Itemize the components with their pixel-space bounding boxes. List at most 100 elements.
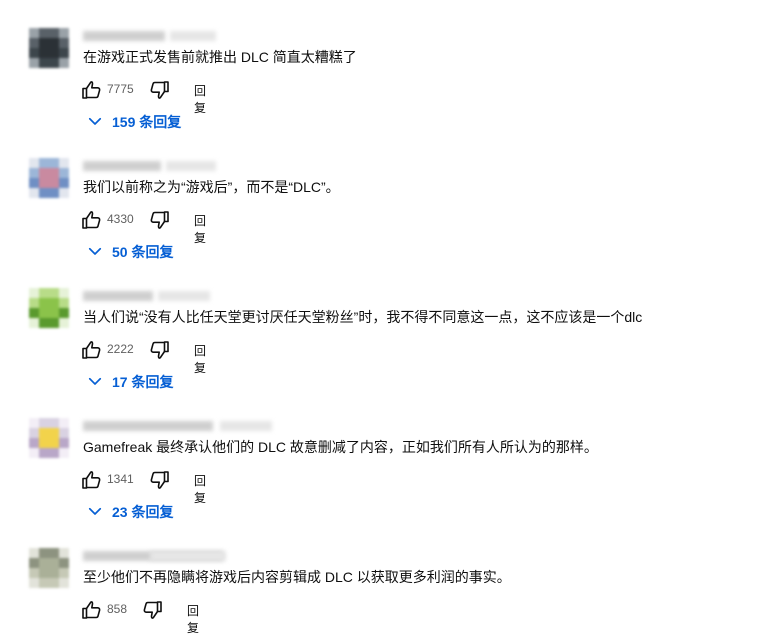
avatar-pixel (49, 178, 59, 188)
avatar-pixel (29, 28, 39, 38)
like-count: 858 (107, 602, 128, 616)
avatar-pixel (49, 38, 59, 48)
avatar-pixel (39, 318, 49, 328)
author-name[interactable] (83, 291, 153, 301)
dislike-button[interactable] (147, 78, 171, 102)
replies-count-label: 23 条回复 (112, 504, 174, 520)
avatar-pixel (49, 168, 59, 178)
thumbs-up-icon (80, 601, 104, 626)
avatar-pixel (59, 568, 69, 578)
comment-date[interactable] (220, 421, 272, 431)
avatar-pixel (59, 178, 69, 188)
avatar[interactable] (29, 288, 69, 328)
author-name[interactable] (83, 421, 213, 431)
avatar-pixel (39, 548, 49, 558)
avatar-pixel (59, 548, 69, 558)
like-button[interactable] (80, 338, 104, 362)
comment-text: 当人们说“没有人比任天堂更讨厌任天堂粉丝”时，我不得不同意这一点，这不应该是一个… (83, 309, 643, 325)
thumbs-down-icon (140, 601, 164, 626)
avatar[interactable] (29, 158, 69, 198)
thumbs-up-icon (80, 81, 104, 106)
like-button[interactable] (80, 78, 104, 102)
avatar-pixel (59, 288, 69, 298)
reply-button[interactable]: 回复 (194, 342, 206, 376)
avatar-pixel (29, 288, 39, 298)
avatar-pixel (39, 568, 49, 578)
avatar-pixel (29, 188, 39, 198)
avatar-pixel (29, 308, 39, 318)
avatar-pixel (39, 288, 49, 298)
avatar-pixel (59, 188, 69, 198)
avatar-pixel (29, 58, 39, 68)
comment-text: 在游戏正式发售前就推出 DLC 简直太糟糕了 (83, 49, 357, 65)
avatar-pixel (29, 158, 39, 168)
avatar-pixel (59, 28, 69, 38)
dislike-button[interactable] (147, 208, 171, 232)
avatar-pixel (49, 438, 59, 448)
avatar-pixel (29, 178, 39, 188)
avatar-pixel (59, 428, 69, 438)
avatar-pixel (39, 178, 49, 188)
avatar-pixel (29, 48, 39, 58)
avatar-pixel (49, 298, 59, 308)
avatar-pixel (39, 158, 49, 168)
avatar-pixel (39, 48, 49, 58)
avatar[interactable] (29, 548, 69, 588)
avatar-pixel (59, 318, 69, 328)
comment-date[interactable] (150, 551, 226, 561)
reply-button[interactable]: 回复 (194, 472, 206, 506)
like-button[interactable] (80, 208, 104, 232)
comment-date[interactable] (158, 291, 210, 301)
avatar-pixel (29, 438, 39, 448)
avatar-pixel (49, 448, 59, 458)
dislike-button[interactable] (147, 338, 171, 362)
avatar-pixel (59, 578, 69, 588)
avatar-pixel (29, 578, 39, 588)
avatar[interactable] (29, 418, 69, 458)
replies-count-label: 50 条回复 (112, 244, 174, 260)
avatar-pixel (29, 318, 39, 328)
comment-text: 我们以前称之为“游戏后”，而不是“DLC”。 (83, 179, 340, 195)
avatar-pixel (39, 188, 49, 198)
avatar-pixel (39, 428, 49, 438)
avatar-pixel (39, 28, 49, 38)
avatar-pixel (49, 418, 59, 428)
dislike-button[interactable] (147, 468, 171, 492)
thumbs-down-icon (147, 211, 171, 236)
avatar-pixel (49, 318, 59, 328)
avatar-pixel (29, 168, 39, 178)
avatar-pixel (39, 168, 49, 178)
avatar[interactable] (29, 28, 69, 68)
thumbs-up-icon (80, 471, 104, 496)
like-button[interactable] (80, 468, 104, 492)
avatar-pixel (49, 428, 59, 438)
avatar-pixel (29, 298, 39, 308)
avatar-pixel (49, 158, 59, 168)
comment-date[interactable] (170, 31, 216, 41)
avatar-pixel (49, 58, 59, 68)
avatar-pixel (29, 428, 39, 438)
comment-date[interactable] (166, 161, 216, 171)
thumbs-up-icon (80, 341, 104, 366)
author-name[interactable] (83, 31, 165, 41)
avatar-pixel (49, 288, 59, 298)
like-button[interactable] (80, 598, 104, 622)
author-name[interactable] (83, 161, 161, 171)
reply-button[interactable]: 回复 (194, 212, 206, 246)
avatar-pixel (39, 418, 49, 428)
avatar-pixel (29, 558, 39, 568)
thumbs-up-icon (80, 211, 104, 236)
avatar-pixel (59, 448, 69, 458)
dislike-button[interactable] (140, 598, 164, 622)
avatar-pixel (59, 418, 69, 428)
avatar-pixel (59, 558, 69, 568)
avatar-pixel (49, 308, 59, 318)
comment-text: Gamefreak 最终承认他们的 DLC 故意删减了内容，正如我们所有人所认为… (83, 439, 598, 455)
reply-button[interactable]: 回复 (194, 82, 206, 116)
thumbs-down-icon (147, 341, 171, 366)
like-count: 4330 (107, 212, 134, 226)
avatar-pixel (59, 438, 69, 448)
avatar-pixel (29, 38, 39, 48)
like-count: 2222 (107, 342, 134, 356)
avatar-pixel (59, 168, 69, 178)
